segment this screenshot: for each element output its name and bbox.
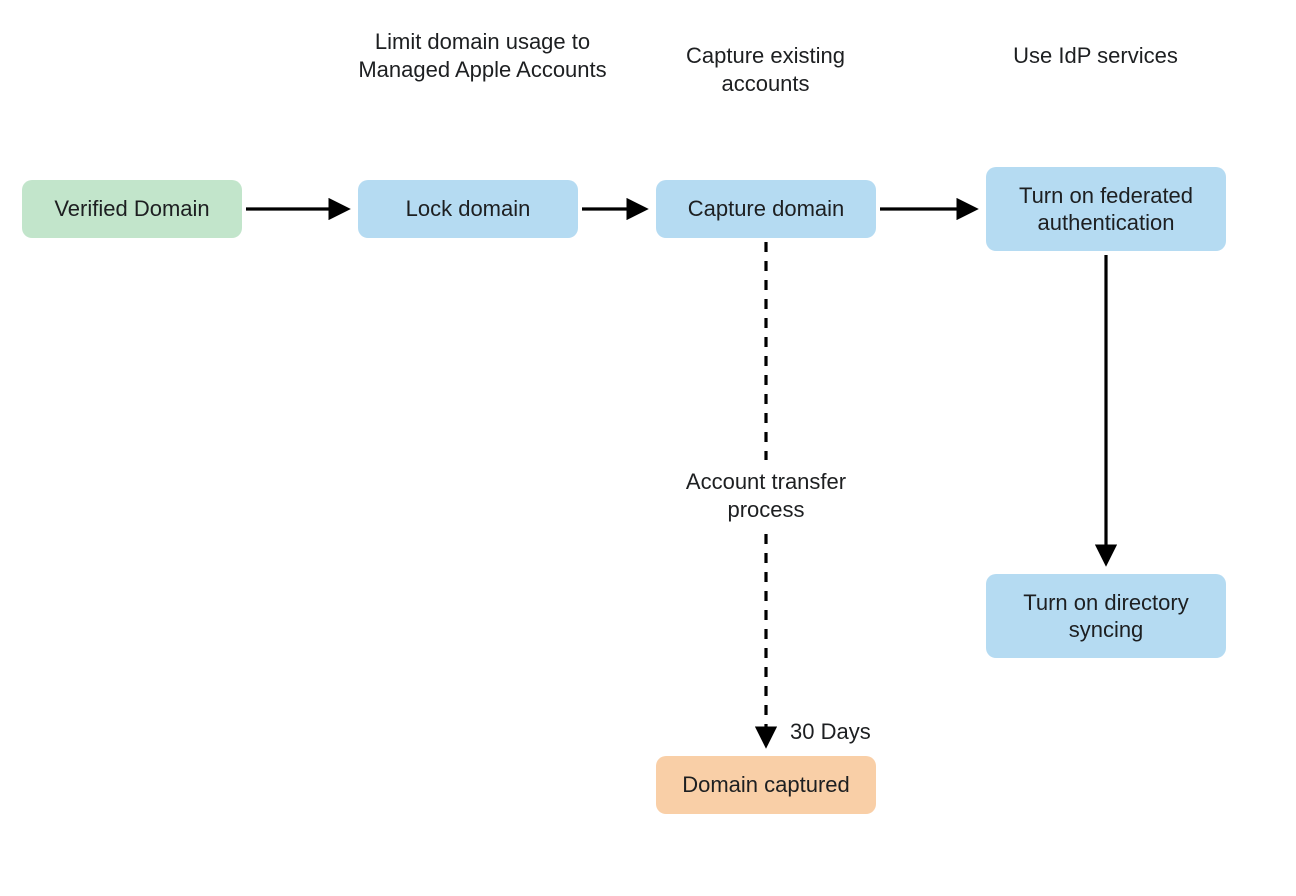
- node-lock-domain: Lock domain: [358, 180, 578, 238]
- label-use-idp: Use IdP services: [985, 42, 1206, 70]
- arrows-layer: [0, 0, 1296, 896]
- label-account-transfer: Account transfer process: [656, 462, 876, 529]
- node-verified-domain: Verified Domain: [22, 180, 242, 238]
- node-domain-captured: Domain captured: [656, 756, 876, 814]
- node-lock-domain-text: Lock domain: [406, 195, 531, 223]
- node-federated-auth-text: Turn on federated authentication: [1000, 182, 1212, 237]
- node-capture-domain-text: Capture domain: [688, 195, 845, 223]
- node-directory-sync-text: Turn on directory syncing: [1000, 589, 1212, 644]
- node-domain-captured-text: Domain captured: [682, 771, 850, 799]
- node-verified-domain-text: Verified Domain: [54, 195, 209, 223]
- label-thirty-days: 30 Days: [790, 718, 910, 746]
- diagram-canvas: Limit domain usage to Managed Apple Acco…: [0, 0, 1296, 896]
- node-directory-sync: Turn on directory syncing: [986, 574, 1226, 658]
- label-capture-existing: Capture existing accounts: [655, 42, 876, 97]
- label-limit-usage: Limit domain usage to Managed Apple Acco…: [351, 28, 614, 83]
- node-federated-auth: Turn on federated authentication: [986, 167, 1226, 251]
- node-capture-domain: Capture domain: [656, 180, 876, 238]
